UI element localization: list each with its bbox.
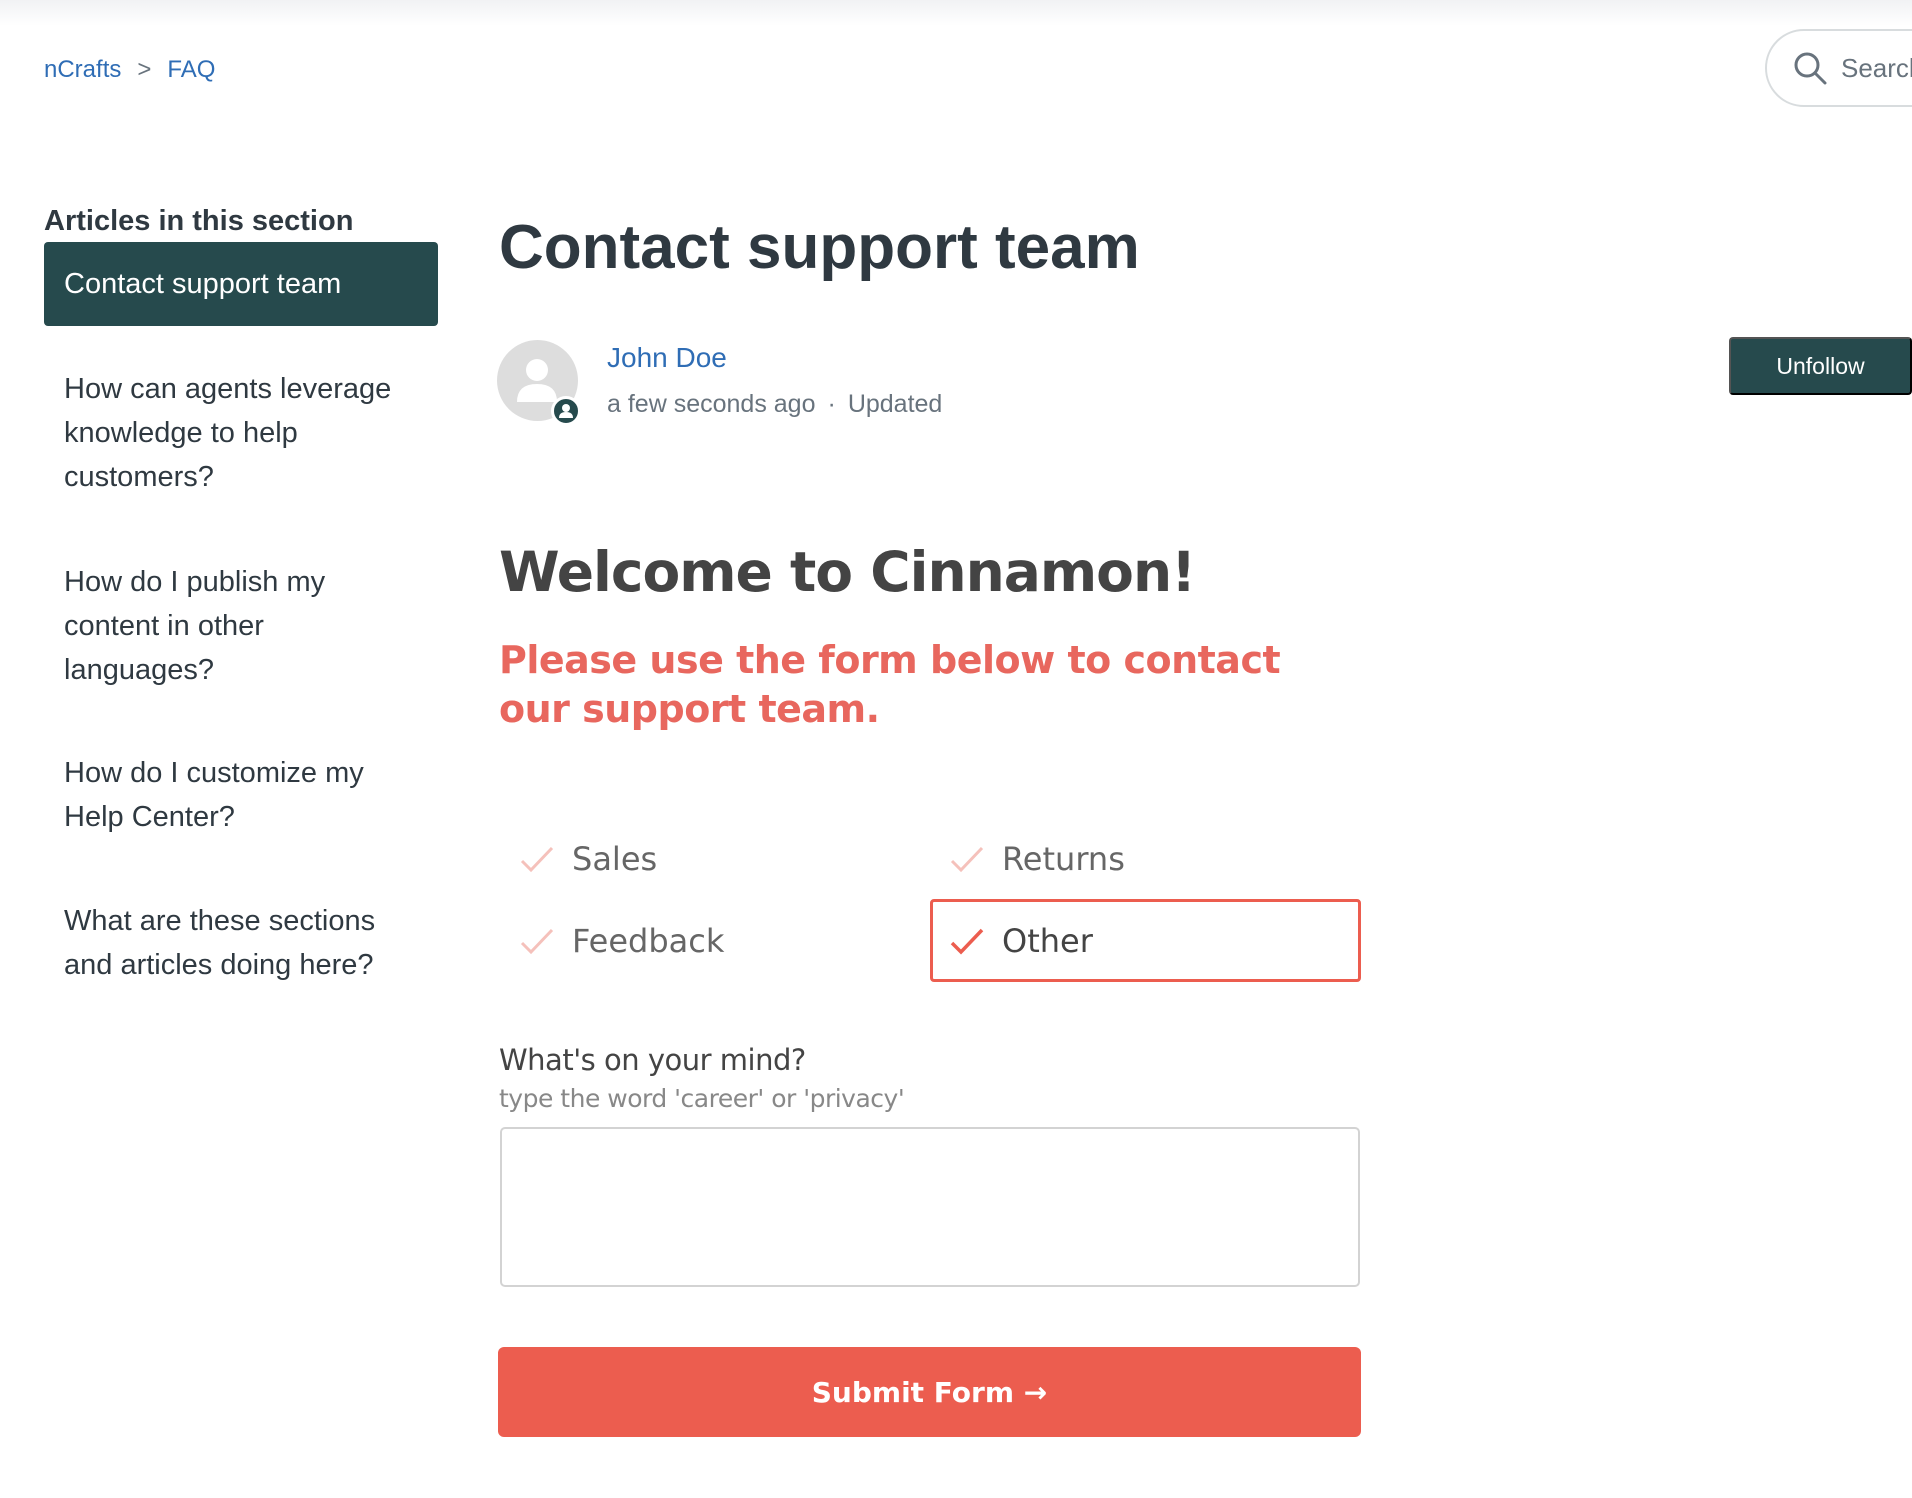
- option-label: Feedback: [572, 921, 725, 960]
- sidebar-heading: Articles in this section: [44, 205, 354, 237]
- agent-badge-icon: [551, 396, 581, 426]
- search-input[interactable]: Search: [1765, 29, 1912, 107]
- option-other[interactable]: Other: [930, 899, 1361, 982]
- option-feedback[interactable]: Feedback: [500, 899, 930, 982]
- check-icon: [520, 846, 554, 872]
- search-icon: [1794, 52, 1827, 85]
- message-textarea[interactable]: [500, 1127, 1360, 1287]
- option-label: Sales: [572, 839, 658, 878]
- breadcrumb-ncrafts[interactable]: nCrafts: [44, 56, 121, 84]
- author-link[interactable]: John Doe: [607, 342, 727, 374]
- top-shade: [0, 0, 1912, 26]
- breadcrumb: nCrafts > FAQ: [44, 56, 215, 84]
- breadcrumb-separator: >: [137, 56, 152, 83]
- sidebar-item-publish-languages[interactable]: How do I publish my content in other lan…: [64, 560, 364, 692]
- article-time: a few seconds ago: [607, 390, 816, 418]
- option-sales[interactable]: Sales: [500, 817, 930, 900]
- option-label: Other: [1002, 921, 1093, 960]
- form-intro: Please use the form below to contact our…: [499, 638, 1281, 731]
- check-icon: [520, 928, 554, 954]
- question-hint: type the word 'career' or 'privacy': [499, 1084, 905, 1113]
- option-label: Returns: [1002, 839, 1125, 878]
- search-placeholder: Search: [1841, 52, 1912, 83]
- page-title: Contact support team: [499, 213, 1140, 282]
- submit-form-button[interactable]: Submit Form →: [498, 1347, 1361, 1437]
- sidebar-item-customize-help-center[interactable]: How do I customize my Help Center?: [64, 751, 404, 839]
- article-meta: a few seconds ago · Updated: [607, 390, 942, 419]
- sidebar-item-contact-support-team[interactable]: Contact support team: [44, 242, 438, 326]
- welcome-heading: Welcome to Cinnamon!: [499, 540, 1196, 604]
- article-status: Updated: [847, 390, 943, 418]
- sidebar-item-sections-articles[interactable]: What are these sections and articles doi…: [64, 899, 424, 987]
- meta-separator: ·: [827, 390, 836, 418]
- option-returns[interactable]: Returns: [930, 817, 1361, 900]
- breadcrumb-faq[interactable]: FAQ: [167, 56, 215, 84]
- check-icon: [950, 846, 984, 872]
- check-icon: [950, 928, 984, 955]
- sidebar-item-agents-knowledge[interactable]: How can agents leverage knowledge to hel…: [64, 367, 424, 499]
- question-label: What's on your mind?: [499, 1043, 806, 1077]
- unfollow-button[interactable]: Unfollow: [1729, 337, 1912, 395]
